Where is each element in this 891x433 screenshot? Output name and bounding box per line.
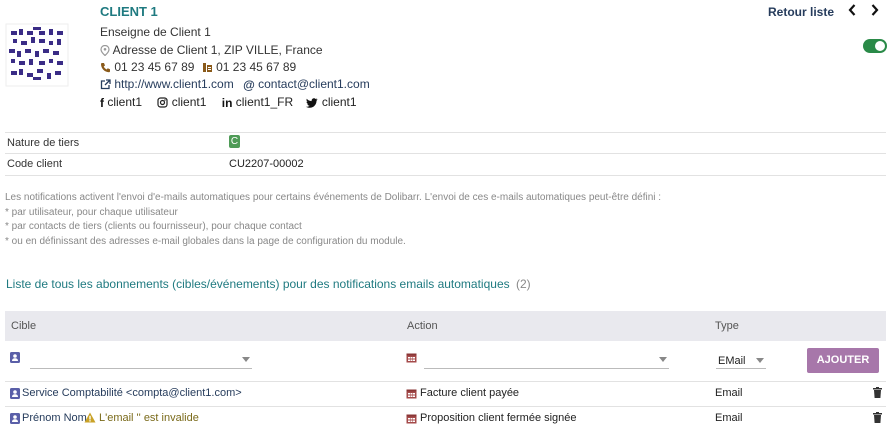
fax-text: 01 23 45 67 89	[216, 60, 297, 74]
nature-label: Nature de tiers	[7, 137, 80, 149]
calendar-icon	[406, 352, 417, 363]
action-text: Proposition client fermée signée	[420, 412, 577, 424]
contact-icon	[10, 413, 20, 424]
type-select-value: EMail	[718, 355, 746, 367]
website-link[interactable]: http://www.client1.com	[114, 77, 233, 91]
web-line: http://www.client1.com @ contact@client1…	[100, 77, 370, 92]
contact-icon	[10, 388, 20, 399]
cible-select[interactable]	[30, 352, 252, 369]
client-name: CLIENT 1	[100, 4, 158, 19]
next-record-button[interactable]	[870, 3, 880, 17]
column-cible: Cible	[11, 320, 37, 332]
table-header: Cible Action Type	[5, 311, 886, 341]
column-type: Type	[715, 320, 739, 332]
action-select[interactable]	[424, 352, 669, 369]
status-toggle[interactable]	[863, 39, 887, 53]
address-line: Adresse de Client 1, ZIP VILLE, France	[100, 43, 323, 57]
calendar-icon	[406, 414, 417, 424]
calendar-icon	[406, 389, 417, 399]
warning-icon	[84, 412, 96, 423]
email-link[interactable]: contact@client1.com	[258, 77, 370, 91]
chevron-left-icon	[848, 4, 856, 16]
client-logo	[5, 23, 69, 87]
notice-line: * par utilisateur, pour chaque utilisate…	[5, 206, 178, 218]
chevron-right-icon	[871, 4, 879, 16]
linkedin-link[interactable]: client1_FR	[236, 95, 293, 109]
at-icon: @	[243, 77, 255, 92]
contact-icon	[10, 352, 20, 363]
cible-link[interactable]: Prénom Nom	[22, 412, 87, 424]
type-select[interactable]: EMail	[716, 352, 766, 369]
code-value: CU2207-00002	[229, 158, 304, 170]
social-line: f client1 client1 in client1_FR client1	[100, 95, 357, 110]
map-marker-icon	[100, 45, 110, 57]
facebook-link[interactable]: client1	[107, 95, 142, 109]
caret-down-icon	[242, 357, 250, 362]
previous-record-button[interactable]	[847, 3, 857, 17]
caret-down-icon	[756, 358, 764, 363]
code-label: Code client	[7, 158, 63, 170]
back-to-list-link[interactable]: Retour liste	[768, 5, 834, 19]
notice-line: * ou en définissant des adresses e-mail …	[5, 235, 406, 247]
phone-icon	[100, 62, 111, 73]
twitter-icon	[306, 98, 318, 108]
type-text: Email	[715, 387, 743, 399]
action-text: Facture client payée	[420, 387, 520, 399]
fax-icon	[202, 62, 213, 73]
trash-icon[interactable]	[873, 412, 882, 423]
invalid-email-warning: L'email '' est invalide	[99, 412, 199, 424]
notice-text: Les notifications activent l'envoi d'e-m…	[5, 191, 885, 249]
instagram-link[interactable]: client1	[172, 95, 207, 109]
toggle-knob	[875, 41, 885, 51]
cible-link[interactable]: Service Comptabilité <compta@client1.com…	[22, 387, 242, 399]
add-subscription-button[interactable]: AJOUTER	[807, 348, 879, 373]
client-enseigne: Enseigne de Client 1	[100, 25, 211, 39]
notice-line: Les notifications activent l'envoi d'e-m…	[5, 192, 662, 203]
linkedin-icon: in	[221, 95, 233, 110]
subscriptions-title: Liste de tous les abonnements (cibles/év…	[6, 277, 531, 291]
list-title: Liste de tous les abonnements (cibles/év…	[6, 277, 510, 291]
address-text: Adresse de Client 1, ZIP VILLE, France	[112, 43, 323, 57]
trash-icon[interactable]	[873, 387, 882, 398]
external-link-icon	[100, 79, 111, 90]
instagram-icon	[157, 97, 168, 108]
type-text: Email	[715, 412, 743, 424]
nature-badge: C	[229, 135, 240, 148]
table-row: Prénom Nom L'email '' est invalide Propo…	[5, 410, 886, 428]
table-row: Service Comptabilité <compta@client1.com…	[5, 385, 886, 403]
caret-down-icon	[659, 357, 667, 362]
list-count: (2)	[515, 277, 531, 291]
twitter-link[interactable]: client1	[322, 95, 357, 109]
notice-line: * par contacts de tiers (clients ou four…	[5, 221, 302, 232]
phone-text: 01 23 45 67 89	[114, 60, 195, 74]
column-action: Action	[407, 320, 438, 332]
phone-line: 01 23 45 67 89 01 23 45 67 89	[100, 60, 296, 74]
facebook-icon: f	[100, 95, 104, 110]
